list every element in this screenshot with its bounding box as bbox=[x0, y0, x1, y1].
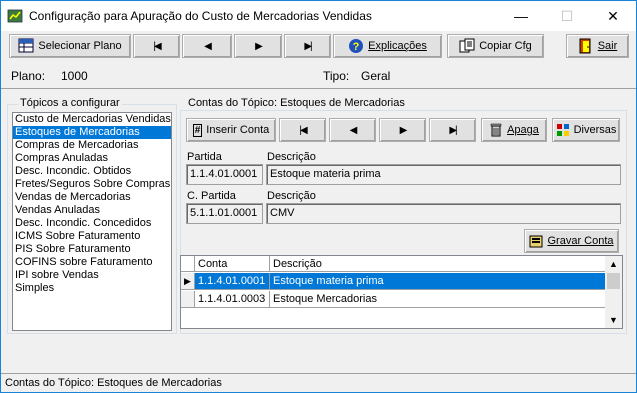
list-item[interactable]: PIS Sobre Faturamento bbox=[13, 243, 171, 256]
table-row[interactable]: ▶ 1.1.4.01.0001 Estoque materia prima bbox=[181, 273, 622, 290]
acct-prev-button[interactable]: ◀ bbox=[329, 118, 376, 142]
first-record-button[interactable]: |◀ bbox=[133, 34, 180, 58]
list-item[interactable]: Fretes/Seguros Sobre Compras bbox=[13, 178, 171, 191]
topics-listbox[interactable]: Custo de Mercadorias Vendidas Estoques de… bbox=[12, 112, 172, 331]
minimize-button[interactable]: — bbox=[498, 1, 544, 31]
list-item[interactable]: Estoques de Mercadorias bbox=[13, 126, 171, 139]
insert-account-button[interactable]: # Inserir Conta bbox=[186, 118, 276, 142]
plano-label: Plano: bbox=[11, 69, 46, 83]
plano-value: 1000 bbox=[61, 69, 88, 83]
status-text: Contas do Tópico: Estoques de Mercadoria… bbox=[5, 377, 222, 389]
copy-cfg-button[interactable]: Copiar Cfg bbox=[447, 34, 544, 58]
list-item[interactable]: IPI sobre Vendas bbox=[13, 269, 171, 282]
next-icon: ▶ bbox=[255, 40, 263, 52]
list-item[interactable]: Simples bbox=[13, 282, 171, 295]
table-row[interactable]: 1.1.4.01.0003 Estoque Mercadorias bbox=[181, 291, 622, 308]
first-icon: |◀ bbox=[299, 124, 307, 136]
header-corner bbox=[181, 256, 195, 272]
acct-next-button[interactable]: ▶ bbox=[379, 118, 426, 142]
save-account-label: Gravar Conta bbox=[547, 235, 614, 247]
list-item[interactable]: Custo de Mercadorias Vendidas bbox=[13, 113, 171, 126]
partida-label: Partida bbox=[187, 151, 222, 163]
last-record-button[interactable]: ▶| bbox=[284, 34, 331, 58]
cell-conta[interactable]: 1.1.4.01.0001 bbox=[195, 273, 270, 289]
trash-icon bbox=[490, 123, 502, 137]
list-item[interactable]: Vendas Anuladas bbox=[13, 204, 171, 217]
row-indicator bbox=[181, 291, 195, 307]
column-conta[interactable]: Conta bbox=[195, 256, 270, 272]
copy-icon bbox=[459, 38, 475, 53]
exit-label: Sair bbox=[597, 40, 618, 52]
cell-descricao[interactable]: Estoque materia prima bbox=[270, 273, 607, 289]
acct-first-button[interactable]: |◀ bbox=[279, 118, 326, 142]
copy-cfg-label: Copiar Cfg bbox=[479, 40, 532, 52]
topics-title: Tópicos a configurar bbox=[18, 97, 122, 109]
partida-desc-field[interactable]: Estoque materia prima bbox=[266, 164, 621, 185]
scroll-down-icon[interactable]: ▼ bbox=[605, 312, 622, 328]
delete-account-button[interactable]: Apaga bbox=[481, 118, 547, 142]
insert-account-label: Inserir Conta bbox=[206, 124, 270, 136]
maximize-button[interactable]: ☐ bbox=[544, 1, 590, 31]
first-icon: |◀ bbox=[153, 40, 161, 52]
misc-button[interactable]: Diversas bbox=[552, 118, 620, 142]
exit-button[interactable]: Sair bbox=[566, 34, 629, 58]
cell-descricao[interactable]: Estoque Mercadorias bbox=[270, 291, 607, 307]
column-descricao[interactable]: Descrição bbox=[270, 256, 607, 272]
grid-header: Conta Descrição bbox=[181, 256, 622, 272]
last-icon: ▶| bbox=[449, 124, 457, 136]
topics-list: Custo de Mercadorias Vendidas Estoques de… bbox=[13, 113, 171, 295]
main-window: Configuração para Apuração do Custo de M… bbox=[0, 0, 637, 393]
divider bbox=[1, 88, 636, 89]
tipo-value: Geral bbox=[361, 69, 391, 83]
cpartida-desc-field[interactable]: CMV bbox=[266, 203, 621, 224]
grid-scrollbar[interactable]: ▲ ▼ bbox=[605, 256, 622, 328]
question-icon: ? bbox=[349, 39, 364, 53]
list-item[interactable]: Desc. Incondic. Concedidos bbox=[13, 217, 171, 230]
close-button[interactable]: ✕ bbox=[590, 1, 636, 31]
cell-conta[interactable]: 1.1.4.01.0003 bbox=[195, 291, 270, 307]
acct-last-button[interactable]: ▶| bbox=[429, 118, 476, 142]
prev-icon: ◀ bbox=[204, 40, 212, 52]
select-plan-label: Selecionar Plano bbox=[38, 40, 122, 52]
explanations-label: Explicações bbox=[368, 40, 427, 52]
prev-icon: ◀ bbox=[349, 124, 358, 136]
hash-icon: # bbox=[192, 123, 203, 137]
list-item[interactable]: Vendas de Mercadorias bbox=[13, 191, 171, 204]
last-icon: ▶| bbox=[304, 40, 312, 52]
accounts-grid: Conta Descrição ▶ 1.1.4.01.0001 Estoque ma… bbox=[180, 255, 623, 329]
next-icon: ▶ bbox=[399, 124, 408, 136]
misc-label: Diversas bbox=[573, 124, 617, 136]
cpartida-desc-label: Descrição bbox=[267, 190, 316, 202]
row-pointer-icon: ▶ bbox=[181, 273, 195, 289]
delete-label: Apaga bbox=[507, 124, 539, 136]
cpartida-field[interactable]: 5.1.1.01.0001 bbox=[186, 203, 263, 224]
app-icon bbox=[7, 9, 23, 23]
cpartida-label: C. Partida bbox=[187, 190, 236, 202]
save-account-button[interactable]: Gravar Conta bbox=[524, 229, 619, 253]
explanations-button[interactable]: ? Explicações bbox=[333, 34, 442, 58]
list-item[interactable]: Compras Anuladas bbox=[13, 152, 171, 165]
partida-field[interactable]: 1.1.4.01.0001 bbox=[186, 164, 263, 185]
scroll-thumb[interactable] bbox=[607, 273, 620, 289]
save-icon bbox=[529, 235, 543, 248]
scroll-up-icon[interactable]: ▲ bbox=[605, 256, 622, 272]
exit-door-icon bbox=[579, 38, 591, 54]
status-bar: Contas do Tópico: Estoques de Mercadoria… bbox=[1, 373, 636, 392]
list-item[interactable]: ICMS Sobre Faturamento bbox=[13, 230, 171, 243]
prev-record-button[interactable]: ◀ bbox=[182, 34, 232, 58]
list-item[interactable]: Compras de Mercadorias bbox=[13, 139, 171, 152]
tipo-label: Tipo: bbox=[323, 69, 350, 83]
list-item[interactable]: Desc. Incondic. Obtidos bbox=[13, 165, 171, 178]
accounts-title: Contas do Tópico: Estoques de Mercadoria… bbox=[186, 97, 407, 109]
partida-desc-label: Descrição bbox=[267, 151, 316, 163]
svg-text:?: ? bbox=[353, 41, 360, 53]
select-plan-button[interactable]: Selecionar Plano bbox=[9, 34, 131, 58]
window-title: Configuração para Apuração do Custo de M… bbox=[29, 9, 372, 23]
list-item[interactable]: COFINS sobre Faturamento bbox=[13, 256, 171, 269]
next-record-button[interactable]: ▶ bbox=[234, 34, 282, 58]
title-bar: Configuração para Apuração do Custo de M… bbox=[1, 1, 636, 31]
tools-icon bbox=[556, 124, 569, 136]
table-icon bbox=[18, 38, 34, 53]
